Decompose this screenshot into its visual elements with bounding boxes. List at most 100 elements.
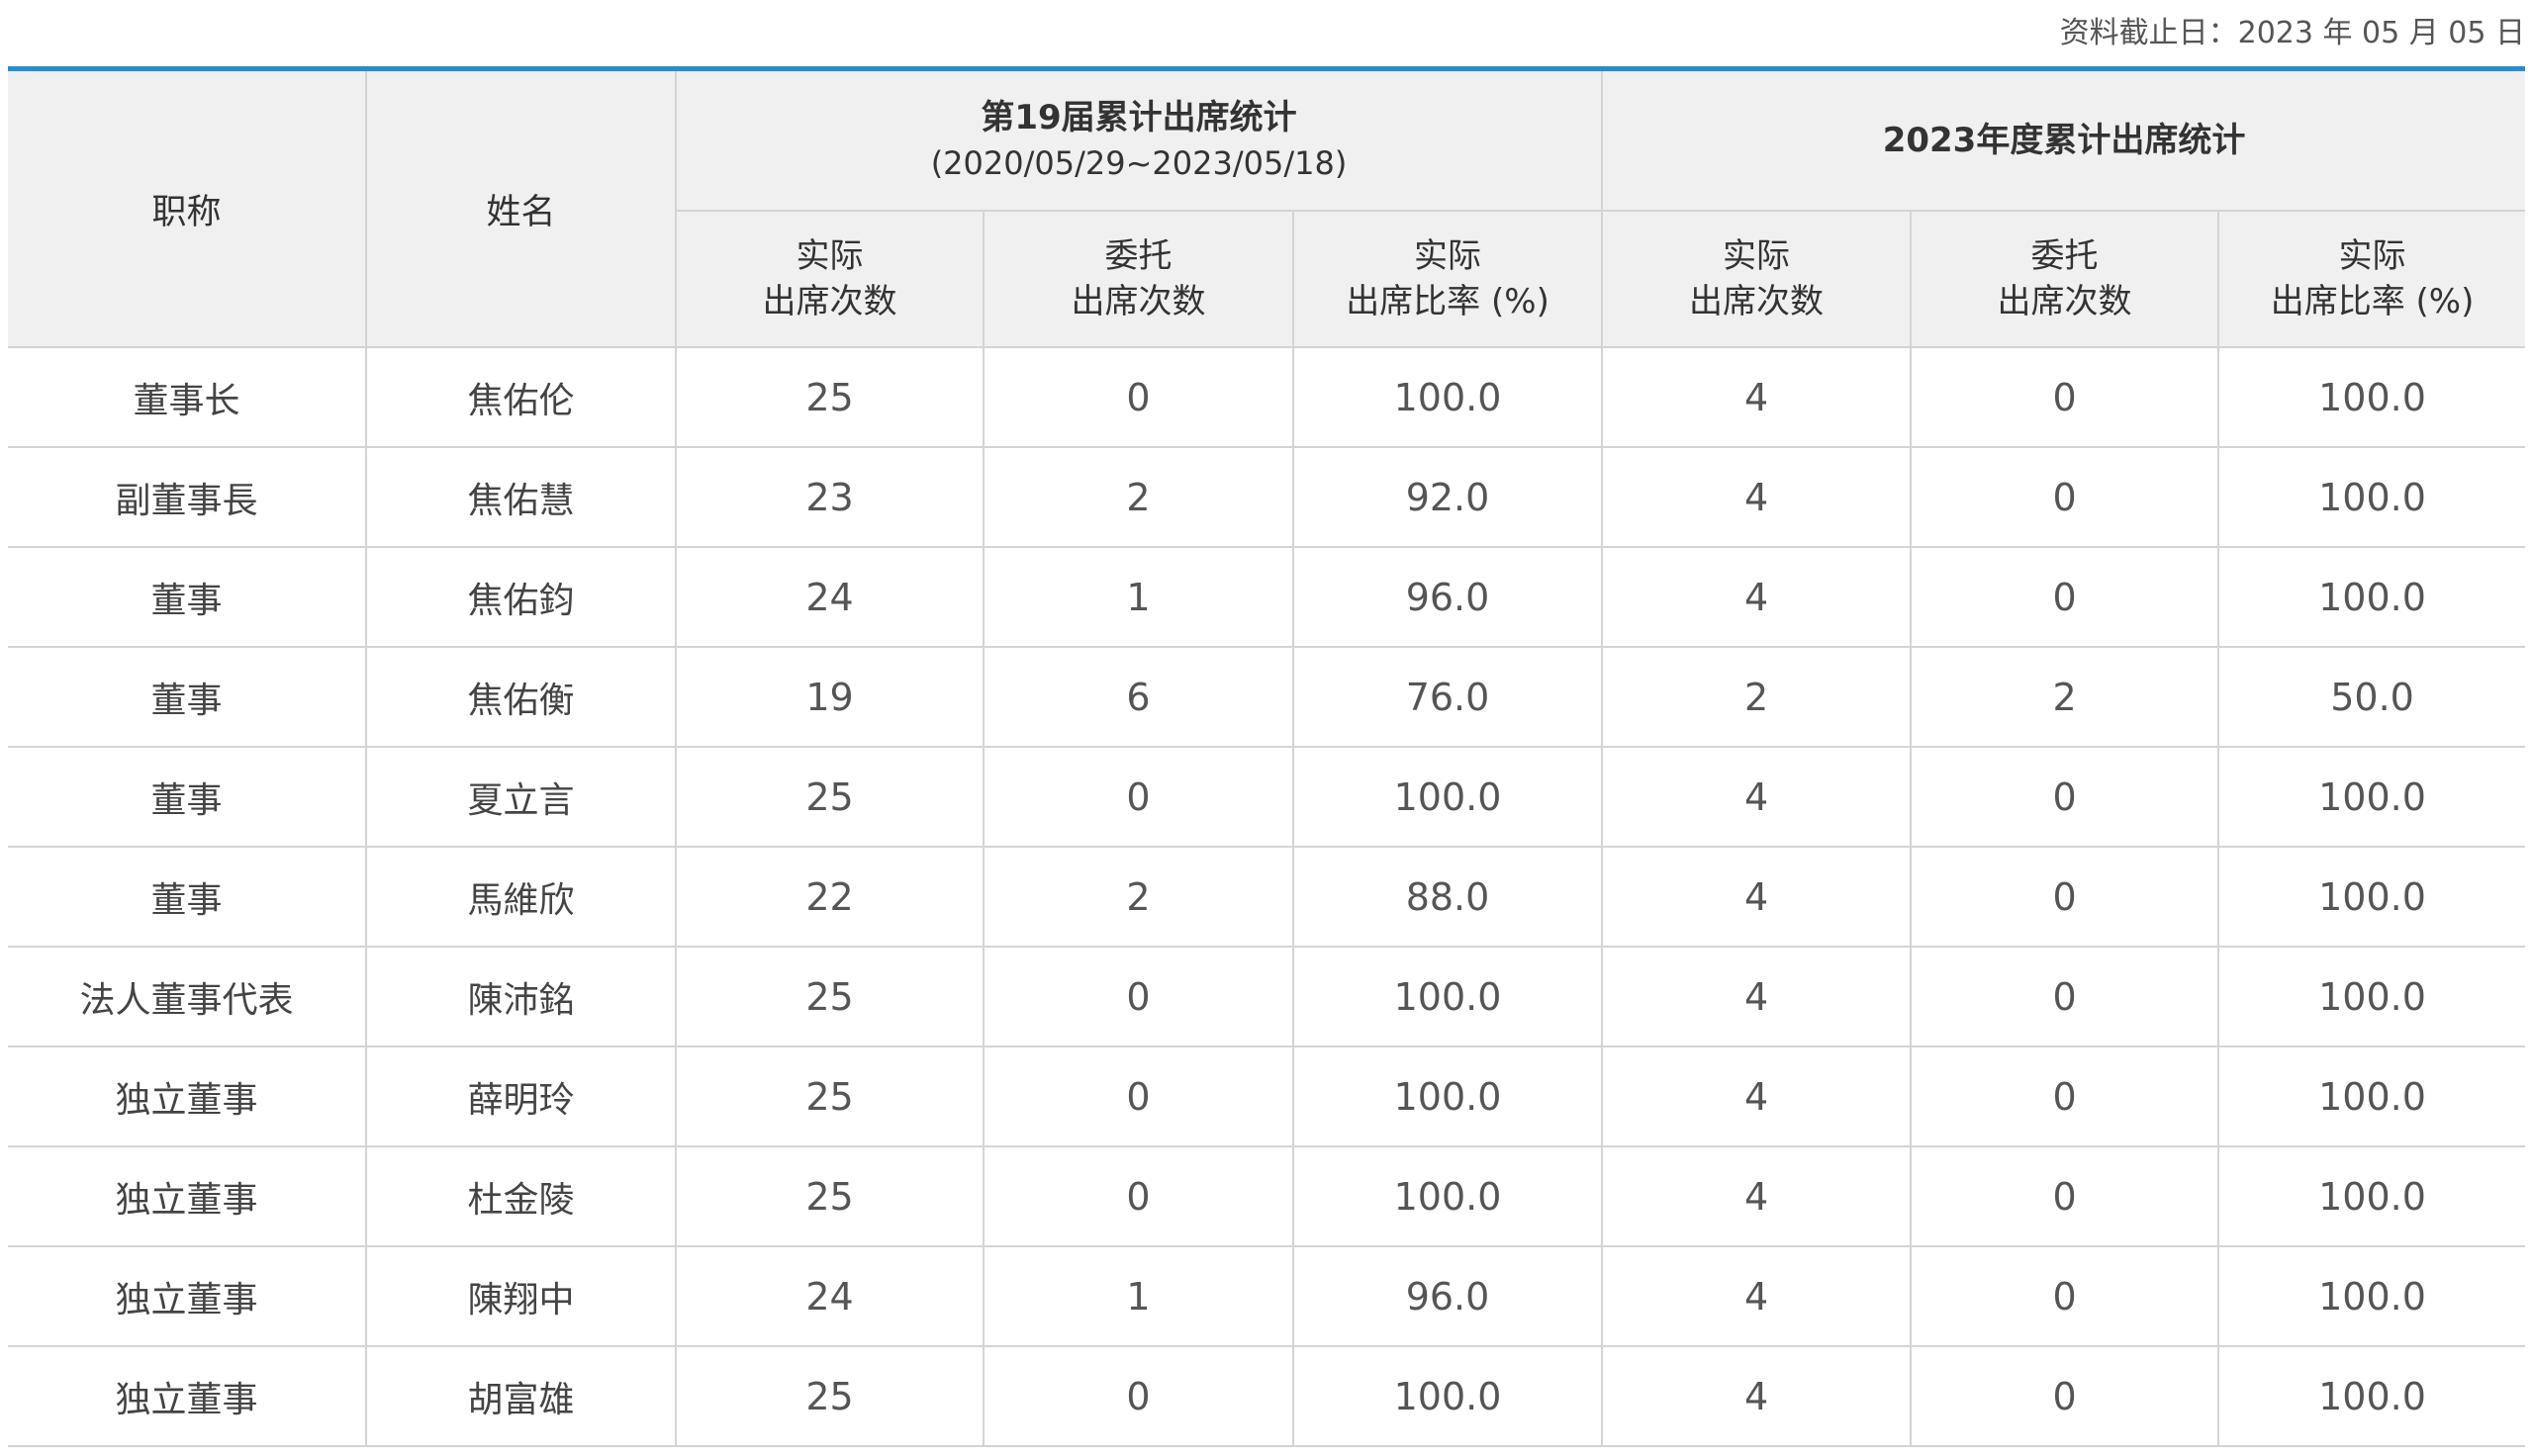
cell-g1-rate: 100.0 [1291,1146,1604,1247]
cell-name: 焦佑衡 [365,647,677,748]
cell-g1-actual: 23 [675,447,985,548]
cell-name: 陳翔中 [365,1246,677,1347]
column-group-term-19: 第19届累计出席统计 (2020/05/29~2023/05/18) [674,71,1604,212]
g1-rate-line2: 出席比率 (%) [1346,282,1549,321]
cell-g2-actual: 4 [1601,747,1913,848]
cell-title: 董事 [8,647,367,748]
attendance-table: 职称 姓名 第19届累计出席统计 (2020/05/29~2023/05/18)… [8,71,2526,1447]
cell-g2-actual: 4 [1601,1246,1913,1347]
cell-g2-rate: 100.0 [2217,1346,2526,1447]
cell-g1-rate: 96.0 [1291,1246,1604,1347]
g2-actual-line1: 实际 [1723,236,1791,276]
cell-g2-actual: 4 [1601,1146,1913,1247]
group-year-2023-title: 2023年度累计出席统计 [1882,121,2246,160]
table-row: 董事 焦佑衡 19 6 76.0 2 2 50.0 [8,647,2526,748]
cell-g1-proxy: 1 [983,547,1294,648]
cell-g1-actual: 25 [675,1146,985,1247]
cell-title: 董事长 [8,347,367,448]
cell-g1-proxy: 0 [983,1146,1294,1247]
cell-g2-actual: 2 [1601,647,1913,748]
g1-rate-line1: 实际 [1414,236,1482,276]
cell-name: 焦佑慧 [365,447,677,548]
column-group-year-2023: 2023年度累计出席统计 [1601,71,2526,212]
cell-g2-actual: 4 [1601,447,1913,548]
cell-g1-proxy: 0 [983,347,1294,448]
cell-g2-proxy: 0 [1910,447,2220,548]
cell-title: 独立董事 [8,1046,367,1147]
g2-proxy-line1: 委托 [2030,236,2099,276]
cell-g2-actual: 4 [1601,1346,1913,1447]
column-header-g2-proxy: 委托 出席次数 [1910,211,2220,348]
cell-g1-actual: 22 [675,847,985,948]
g2-proxy-line2: 出席次数 [1997,282,2132,321]
table-row: 法人董事代表 陳沛銘 25 0 100.0 4 0 100.0 [8,947,2526,1047]
column-header-title: 职称 [8,71,367,348]
data-cutoff-value: 2023 年 05 月 05 日 [2237,16,2525,50]
cell-g1-rate: 100.0 [1291,347,1604,448]
cell-g2-rate: 100.0 [2217,447,2526,548]
cell-g2-proxy: 0 [1910,347,2220,448]
g2-actual-line2: 出席次数 [1689,282,1825,321]
group-term-19-period: (2020/05/29~2023/05/18) [930,144,1348,182]
g2-rate-line1: 实际 [2338,236,2406,276]
cell-name: 焦佑鈞 [365,547,677,648]
cell-g2-proxy: 0 [1910,547,2220,648]
cell-g1-proxy: 0 [983,747,1294,848]
cell-g1-actual: 24 [675,1246,985,1347]
data-cutoff-date: 资料截止日：2023 年 05 月 05 日 [2060,8,2525,51]
table-row: 独立董事 杜金陵 25 0 100.0 4 0 100.0 [8,1146,2526,1247]
cell-g1-actual: 25 [675,1046,985,1147]
cell-name: 夏立言 [365,747,677,848]
cell-g1-rate: 96.0 [1291,547,1604,648]
cell-g1-actual: 25 [675,1346,985,1447]
cell-g2-rate: 100.0 [2217,547,2526,648]
cell-name: 陳沛銘 [365,947,677,1047]
column-header-g2-rate: 实际 出席比率 (%) [2217,211,2526,348]
column-header-g1-actual: 实际 出席次数 [676,211,985,348]
cell-g1-proxy: 2 [983,847,1294,948]
cell-g2-proxy: 0 [1910,1246,2220,1347]
cell-title: 独立董事 [8,1346,367,1447]
cell-g2-proxy: 2 [1910,647,2220,748]
cell-g2-actual: 4 [1601,947,1913,1047]
g1-proxy-line2: 出席次数 [1071,282,1206,321]
group-term-19-title: 第19届累计出席统计 [981,98,1297,137]
cell-g2-actual: 4 [1601,847,1913,948]
table-header: 职称 姓名 第19届累计出席统计 (2020/05/29~2023/05/18)… [8,71,2526,348]
cell-name: 焦佑伦 [365,347,677,448]
cell-g2-rate: 100.0 [2217,1046,2526,1147]
table-body: 董事长 焦佑伦 25 0 100.0 4 0 100.0 副董事長 焦佑慧 23… [8,347,2526,1447]
cell-g2-actual: 4 [1601,547,1913,648]
cell-g1-rate: 100.0 [1291,747,1604,848]
cell-g1-proxy: 0 [983,947,1294,1047]
cell-g2-rate: 100.0 [2217,1146,2526,1247]
g1-actual-line1: 实际 [796,236,864,276]
cell-g2-proxy: 0 [1910,947,2220,1047]
cell-g2-actual: 4 [1601,1046,1913,1147]
cell-g2-rate: 100.0 [2217,847,2526,948]
cell-g2-actual: 4 [1601,347,1913,448]
table-row: 董事 焦佑鈞 24 1 96.0 4 0 100.0 [8,547,2526,648]
column-header-g2-actual: 实际 出席次数 [1601,211,1913,348]
cell-g1-actual: 25 [675,947,985,1047]
cell-title: 副董事長 [8,447,367,548]
cell-title: 董事 [8,547,367,648]
table-row: 董事 夏立言 25 0 100.0 4 0 100.0 [8,747,2526,848]
cell-title: 董事 [8,847,367,948]
table-row: 独立董事 胡富雄 25 0 100.0 4 0 100.0 [8,1346,2526,1447]
cell-g2-rate: 100.0 [2217,947,2526,1047]
cell-g1-proxy: 2 [983,447,1294,548]
cell-g1-actual: 25 [675,747,985,848]
g2-rate-line2: 出席比率 (%) [2270,282,2475,321]
cell-title: 独立董事 [8,1246,367,1347]
cell-g2-rate: 100.0 [2217,747,2526,848]
column-header-g1-proxy: 委托 出席次数 [983,211,1294,348]
g1-proxy-line1: 委托 [1104,236,1173,276]
cell-title: 董事 [8,747,367,848]
cell-g1-proxy: 6 [983,647,1294,748]
cell-title: 法人董事代表 [8,947,367,1047]
cell-g1-proxy: 1 [983,1246,1294,1347]
cell-g2-proxy: 0 [1910,1146,2220,1247]
cell-g1-rate: 76.0 [1291,647,1604,748]
table-row: 副董事長 焦佑慧 23 2 92.0 4 0 100.0 [8,447,2526,548]
